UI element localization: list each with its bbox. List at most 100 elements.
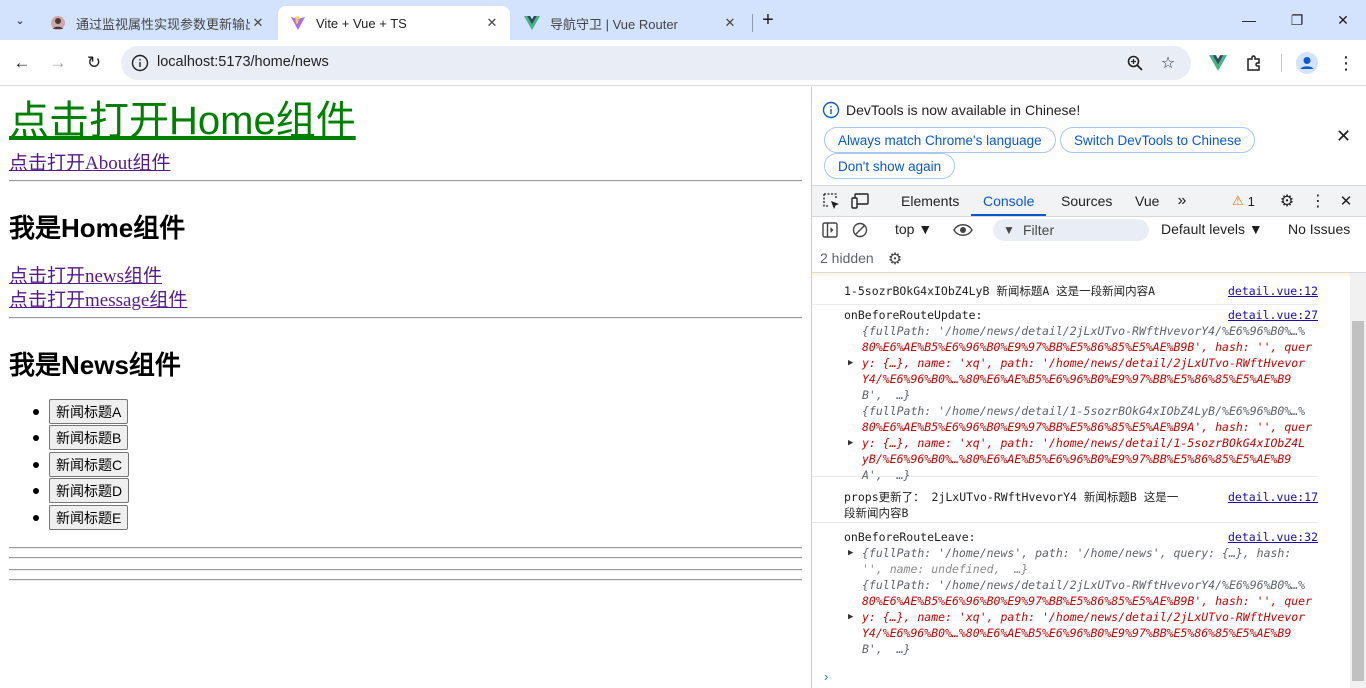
console-message: onBeforeRouteLeave: detail.vue:32 ▶ {ful… xyxy=(812,529,1318,669)
news-button-e[interactable]: 新闻标题E xyxy=(49,504,129,530)
object-line[interactable]: {fullPath: '/home/news/detail/2jLxUTvo-R… xyxy=(862,578,1305,594)
close-window-button[interactable]: ✕ xyxy=(1320,6,1366,34)
object-line[interactable]: {fullPath: '/home/news/detail/1-5sozrBOk… xyxy=(862,404,1305,420)
more-options-icon[interactable]: ⋮ xyxy=(1308,192,1328,210)
browser-toolbar: ← → ↻ localhost:5173/home/news ☆ ⋮ xyxy=(0,40,1366,86)
device-toolbar-icon[interactable] xyxy=(850,192,870,210)
divider xyxy=(9,557,802,559)
log-text: props更新了： 2jLxUTvo-RWftHvevorY4 新闻标题B 这是… xyxy=(844,490,1179,504)
filter-funnel-icon: ▼ xyxy=(1003,223,1015,237)
reload-button[interactable]: ↻ xyxy=(80,49,108,77)
live-expression-eye-icon[interactable] xyxy=(953,220,973,240)
object-line[interactable]: {fullPath: '/home/news', path: '/home/ne… xyxy=(862,546,1291,562)
object-line[interactable]: {fullPath: '/home/news/detail/2jLxUTvo-R… xyxy=(862,324,1305,340)
log-levels-dropdown[interactable]: Default levels ▼ xyxy=(1161,221,1263,237)
news-button-d[interactable]: 新闻标题D xyxy=(49,478,130,504)
match-language-button[interactable]: Always match Chrome's language xyxy=(824,127,1056,153)
log-label: onBeforeRouteLeave: xyxy=(844,530,976,544)
scrollbar-thumb[interactable] xyxy=(1352,321,1364,681)
news-button-b[interactable]: 新闻标题B xyxy=(49,425,129,451)
log-label: onBeforeRouteUpdate: xyxy=(844,308,983,322)
vue-devtools-extension-icon[interactable] xyxy=(1206,51,1230,75)
tab-vue[interactable]: Vue xyxy=(1135,186,1159,216)
tab-vite-vue[interactable]: Vite + Vue + TS ✕ xyxy=(278,6,510,40)
tab-console[interactable]: Console xyxy=(970,186,1047,216)
warning-counter[interactable]: ⚠ 1 xyxy=(1232,193,1255,209)
restore-icon: ❐ xyxy=(1290,11,1304,28)
about-link[interactable]: 点击打开About组件 xyxy=(9,148,171,175)
expand-arrow-icon[interactable]: ▶ xyxy=(848,612,853,622)
tab-watch-props[interactable]: 通过监视属性实现参数更新输出 ✕ xyxy=(38,6,276,40)
address-bar[interactable]: localhost:5173/home/news ☆ xyxy=(121,46,1191,80)
vue-logo-icon xyxy=(524,16,540,30)
reload-icon: ↻ xyxy=(86,53,102,72)
expand-arrow-icon[interactable]: ▶ xyxy=(848,438,853,448)
switch-chinese-button[interactable]: Switch DevTools to Chinese xyxy=(1060,127,1256,153)
tab-elements[interactable]: Elements xyxy=(901,186,959,216)
news-list: 新闻标题A 新闻标题B 新闻标题C 新闻标题D 新闻标题E xyxy=(9,399,130,531)
log-text: 段新闻内容B xyxy=(844,506,909,520)
list-item: 新闻标题D xyxy=(32,478,130,504)
source-link[interactable]: detail.vue:17 xyxy=(1228,490,1318,506)
inspect-element-icon[interactable] xyxy=(821,192,841,210)
zoom-icon[interactable] xyxy=(1125,53,1145,73)
close-devtools-icon[interactable]: ✕ xyxy=(1336,192,1356,210)
close-icon[interactable]: ✕ xyxy=(484,15,500,31)
source-link[interactable]: detail.vue:32 xyxy=(1228,530,1318,546)
filter-placeholder: Filter xyxy=(1023,222,1055,238)
news-button-a[interactable]: 新闻标题A xyxy=(49,399,129,424)
dont-show-again-button[interactable]: Don't show again xyxy=(824,153,956,179)
profile-avatar[interactable] xyxy=(1295,51,1319,75)
expand-arrow-icon[interactable]: ▶ xyxy=(848,358,853,368)
list-item: 新闻标题B xyxy=(32,425,129,451)
devtools-tab-bar: Elements Console Sources Vue » ⚠ 1 ⚙ ⋮ ✕ xyxy=(812,185,1366,217)
bookmark-star-icon[interactable]: ☆ xyxy=(1158,53,1178,73)
url-text[interactable]: localhost:5173/home/news xyxy=(157,54,329,70)
issues-counter[interactable]: No Issues xyxy=(1288,221,1350,237)
divider xyxy=(9,317,802,319)
more-tabs-chevron-icon[interactable]: » xyxy=(1172,192,1192,210)
console-message: 1-5sozrBOkG4xIObZ4LyB 新闻标题A 这是一段新闻内容A de… xyxy=(812,283,1318,305)
info-icon xyxy=(822,101,840,119)
restore-button[interactable]: ❐ xyxy=(1274,6,1320,34)
back-button[interactable]: ← xyxy=(8,49,36,77)
message-link[interactable]: 点击打开message组件 xyxy=(9,285,187,312)
forward-button[interactable]: → xyxy=(44,49,72,77)
arrow-right-icon: → xyxy=(49,53,67,72)
new-tab-button[interactable]: + xyxy=(756,8,780,32)
tab-vue-router[interactable]: 导航守卫 | Vue Router ✕ xyxy=(512,6,748,40)
tab-strip: ⌄ 通过监视属性实现参数更新输出 ✕ Vite + Vue + TS ✕ 导航守… xyxy=(0,0,1366,40)
warning-count: 1 xyxy=(1247,193,1255,209)
console-prompt-icon[interactable]: › xyxy=(824,669,828,684)
console-message: onBeforeRouteUpdate: detail.vue:27 {full… xyxy=(812,307,1318,482)
divider xyxy=(9,180,802,182)
settings-gear-icon[interactable]: ⚙ xyxy=(1277,192,1297,210)
source-link[interactable]: detail.vue:12 xyxy=(1228,284,1318,300)
object-line: Y4/%E6%96%B0%…%80%E6%AE%B5%E6%96%B0%E9%9… xyxy=(862,372,1292,386)
list-item: 新闻标题A xyxy=(32,399,129,425)
page-content: 点击打开Home组件 点击打开About组件 我是Home组件 点击打开news… xyxy=(0,87,811,688)
object-line: 80%E6%AE%B5%E6%96%B0%E9%97%BB%E5%86%85%E… xyxy=(862,340,1313,354)
minimize-icon: — xyxy=(1242,12,1256,28)
tab-sources[interactable]: Sources xyxy=(1061,186,1112,216)
expand-arrow-icon[interactable]: ▶ xyxy=(848,548,853,558)
console-settings-gear-icon[interactable]: ⚙ xyxy=(885,249,905,269)
news-link[interactable]: 点击打开news组件 xyxy=(9,261,162,288)
console-scrollbar[interactable] xyxy=(1350,273,1366,688)
tab-search-button[interactable]: ⌄ xyxy=(8,8,32,32)
close-icon[interactable]: ✕ xyxy=(722,15,738,31)
home-link[interactable]: 点击打开Home组件 xyxy=(9,97,356,145)
more-menu-icon[interactable]: ⋮ xyxy=(1334,51,1358,75)
close-icon[interactable]: ✕ xyxy=(250,15,266,31)
console-filter-input[interactable]: ▼ Filter xyxy=(993,219,1149,241)
news-button-c[interactable]: 新闻标题C xyxy=(49,451,130,477)
context-selector[interactable]: top ▼ xyxy=(895,221,932,237)
site-info-icon[interactable] xyxy=(131,54,149,72)
close-infobar-icon[interactable]: ✕ xyxy=(1336,126,1351,147)
object-line: '', name: undefined, …} xyxy=(862,562,1029,576)
extensions-puzzle-icon[interactable] xyxy=(1242,51,1266,75)
clear-console-icon[interactable] xyxy=(850,220,870,240)
minimize-button[interactable]: — xyxy=(1226,6,1272,34)
source-link[interactable]: detail.vue:27 xyxy=(1228,308,1318,324)
sidebar-toggle-icon[interactable] xyxy=(820,220,840,240)
